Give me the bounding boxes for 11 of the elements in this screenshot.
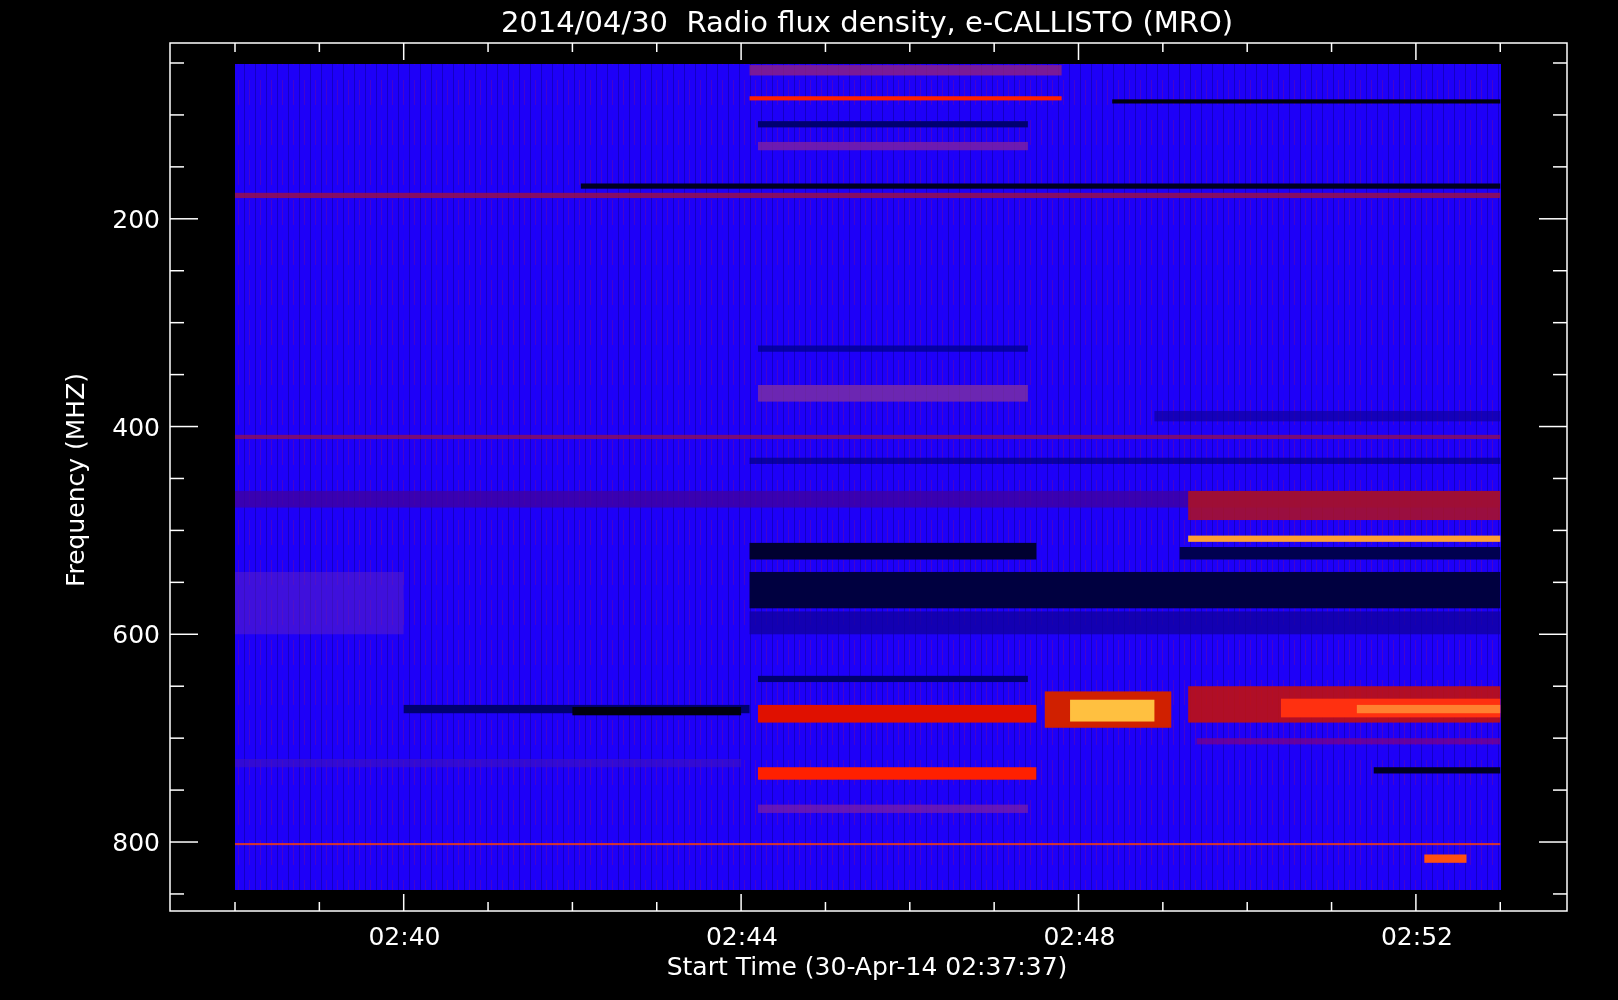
tick-label: 400	[112, 412, 160, 442]
plot-title: 2014/04/30 Radio flux density, e-CALLISTO (MRO)	[500, 5, 1234, 39]
y-axis-label: Frequency (MHZ)	[61, 372, 90, 588]
tick-label: 02:44	[706, 922, 778, 951]
tick-label: 200	[112, 204, 160, 234]
tick-label: 02:48	[1043, 922, 1116, 951]
tick-label: 600	[112, 620, 160, 650]
tick-label: 02:52	[1381, 922, 1453, 951]
x-axis-label: Start Time (30-Apr-14 02:37:37)	[666, 952, 1068, 981]
tick-label: 02:40	[368, 922, 441, 951]
tick-label: 800	[112, 827, 160, 857]
